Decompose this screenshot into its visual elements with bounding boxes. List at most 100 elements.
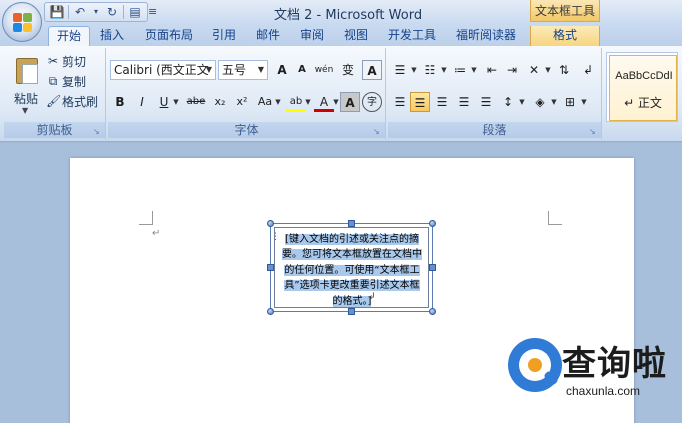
- show-marks-icon[interactable]: ↲: [578, 60, 598, 80]
- scissors-icon: ✂: [47, 54, 59, 68]
- cut-button[interactable]: ✂ 剪切: [46, 52, 86, 70]
- text-cursor-icon: ↲: [368, 292, 376, 302]
- qat-separator: [123, 5, 124, 19]
- brush-icon: 🖌: [46, 94, 62, 108]
- font-name-select[interactable]: Calibri (西文正文 ▼: [110, 60, 216, 80]
- increase-indent-icon[interactable]: ⇥: [502, 60, 522, 80]
- numbering-icon[interactable]: ☷: [420, 60, 440, 80]
- sort-icon[interactable]: ⇅: [554, 60, 574, 80]
- resize-handle-bottom-right[interactable]: [429, 308, 436, 315]
- superscript-button[interactable]: x²: [232, 92, 252, 112]
- tab-insert[interactable]: 插入: [94, 26, 130, 46]
- chinese-layout-icon[interactable]: ✕: [524, 60, 544, 80]
- italic-button[interactable]: I: [132, 92, 152, 112]
- borders-icon[interactable]: ⊞: [560, 92, 580, 112]
- qat-separator: [68, 5, 69, 19]
- highlight-button[interactable]: ab: [286, 92, 306, 112]
- shading-bucket-icon[interactable]: ◈: [530, 92, 550, 112]
- copy-button[interactable]: ⧉ 复制: [46, 72, 86, 90]
- clipboard-dialog-launcher-icon[interactable]: ↘: [93, 127, 102, 136]
- tab-mailings[interactable]: 邮件: [250, 26, 286, 46]
- office-button[interactable]: [2, 2, 42, 42]
- ribbon-tabs: 开始 插入 页面布局 引用 邮件 审阅 视图 开发工具 福昕阅读器 格式: [0, 24, 682, 46]
- font-dialog-launcher-icon[interactable]: ↘: [373, 127, 382, 136]
- style-normal[interactable]: AaBbCcDdI ↵ 正文: [609, 55, 677, 121]
- tab-developer[interactable]: 开发工具: [382, 26, 442, 46]
- repeat-icon[interactable]: ↻: [104, 4, 120, 20]
- undo-icon[interactable]: ↶: [72, 4, 88, 20]
- chevron-down-icon: ▼: [257, 65, 265, 74]
- shading-chevron-down-icon[interactable]: ▼: [550, 92, 558, 112]
- shrink-font-button[interactable]: A: [292, 60, 312, 80]
- font-color-button[interactable]: A: [314, 92, 334, 112]
- justify-icon[interactable]: ☰: [454, 92, 474, 112]
- paragraph-dialog-launcher-icon[interactable]: ↘: [589, 127, 598, 136]
- copy-icon: ⧉: [48, 74, 58, 88]
- subscript-button[interactable]: x₂: [210, 92, 230, 112]
- grow-font-button[interactable]: A: [272, 60, 292, 80]
- borders-chevron-down-icon[interactable]: ▼: [580, 92, 588, 112]
- line-spacing-chevron-down-icon[interactable]: ▼: [518, 92, 526, 112]
- tab-home[interactable]: 开始: [48, 26, 90, 46]
- resize-handle-right[interactable]: [429, 264, 436, 271]
- phonetic-guide-button[interactable]: 变: [338, 60, 358, 80]
- tab-review[interactable]: 审阅: [294, 26, 330, 46]
- character-border-button[interactable]: A: [362, 60, 382, 80]
- resize-handle-top-right[interactable]: [429, 220, 436, 227]
- line-spacing-icon[interactable]: ↕: [498, 92, 518, 112]
- paste-icon[interactable]: [14, 54, 40, 84]
- font-color-chevron-down-icon[interactable]: ▼: [332, 92, 340, 112]
- window-title: 文档 2 - Microsoft Word: [274, 8, 423, 23]
- align-center-icon[interactable]: ☰: [410, 92, 430, 112]
- underline-chevron-down-icon[interactable]: ▼: [172, 92, 180, 112]
- clear-formatting-button[interactable]: wén: [314, 60, 334, 80]
- resize-handle-top-left[interactable]: [267, 220, 274, 227]
- qat-customize-chevron-down-icon[interactable]: ≡: [148, 4, 160, 20]
- textbox-content[interactable]: [键入文档的引述或关注点的摘要。您可将文本框放置在文档中的任何位置。可使用“文本…: [282, 232, 422, 309]
- print-preview-icon[interactable]: ▤: [127, 4, 143, 20]
- move-handle-icon[interactable]: ⋮: [271, 231, 280, 243]
- decrease-indent-icon[interactable]: ⇤: [482, 60, 502, 80]
- bullets-chevron-down-icon[interactable]: ▼: [410, 60, 418, 80]
- change-case-chevron-down-icon[interactable]: ▼: [274, 92, 282, 112]
- enclose-characters-button[interactable]: 字: [362, 92, 382, 112]
- paste-chevron-down-icon[interactable]: ▼: [22, 106, 28, 115]
- format-painter-label: 格式刷: [62, 94, 99, 109]
- quick-access-toolbar: 💾 ↶ ▾ ↻ ▤: [44, 2, 148, 22]
- font-size-select[interactable]: 五号 ▼: [218, 60, 268, 80]
- strikethrough-button[interactable]: abe: [184, 92, 208, 112]
- multilevel-list-icon[interactable]: ≔: [450, 60, 470, 80]
- paragraph-mark: ↵: [152, 228, 161, 239]
- resize-handle-top[interactable]: [348, 220, 355, 227]
- paste-button[interactable]: 粘贴: [14, 90, 38, 107]
- format-painter-button[interactable]: 🖌 格式刷: [46, 92, 98, 110]
- paragraph-group: ☰ ▼ ☷ ▼ ≔ ▼ ⇤ ⇥ ✕ ▼ ⇅ ↲ ☰ ☰ ☰ ☰ ☰ ↕ ▼ ◈ …: [388, 48, 602, 140]
- watermark-url: chaxunla.com: [566, 384, 641, 398]
- highlight-chevron-down-icon[interactable]: ▼: [304, 92, 312, 112]
- cut-label: 剪切: [62, 54, 87, 69]
- tab-format[interactable]: 格式: [530, 26, 600, 46]
- bold-button[interactable]: B: [110, 92, 130, 112]
- redo-icon[interactable]: ▾: [91, 4, 101, 20]
- tab-page-layout[interactable]: 页面布局: [138, 26, 200, 46]
- bullets-icon[interactable]: ☰: [390, 60, 410, 80]
- resize-handle-left[interactable]: [267, 264, 274, 271]
- tab-view[interactable]: 视图: [338, 26, 374, 46]
- align-right-icon[interactable]: ☰: [432, 92, 452, 112]
- align-left-icon[interactable]: ☰: [390, 92, 410, 112]
- font-size-value: 五号: [222, 63, 247, 77]
- multilevel-chevron-down-icon[interactable]: ▼: [470, 60, 478, 80]
- underline-button[interactable]: U: [154, 92, 174, 112]
- chinese-layout-chevron-down-icon[interactable]: ▼: [544, 60, 552, 80]
- change-case-button[interactable]: Aa: [254, 92, 276, 112]
- distributed-icon[interactable]: ☰: [476, 92, 496, 112]
- copy-label: 复制: [62, 74, 87, 89]
- numbering-chevron-down-icon[interactable]: ▼: [440, 60, 448, 80]
- tab-foxit-reader[interactable]: 福昕阅读器: [450, 26, 522, 46]
- textbox-tools-context-title: 文本框工具: [530, 0, 600, 22]
- save-icon[interactable]: 💾: [49, 4, 65, 20]
- character-shading-button[interactable]: A: [340, 92, 360, 112]
- resize-handle-bottom[interactable]: [348, 308, 355, 315]
- resize-handle-bottom-left[interactable]: [267, 308, 274, 315]
- tab-references[interactable]: 引用: [206, 26, 242, 46]
